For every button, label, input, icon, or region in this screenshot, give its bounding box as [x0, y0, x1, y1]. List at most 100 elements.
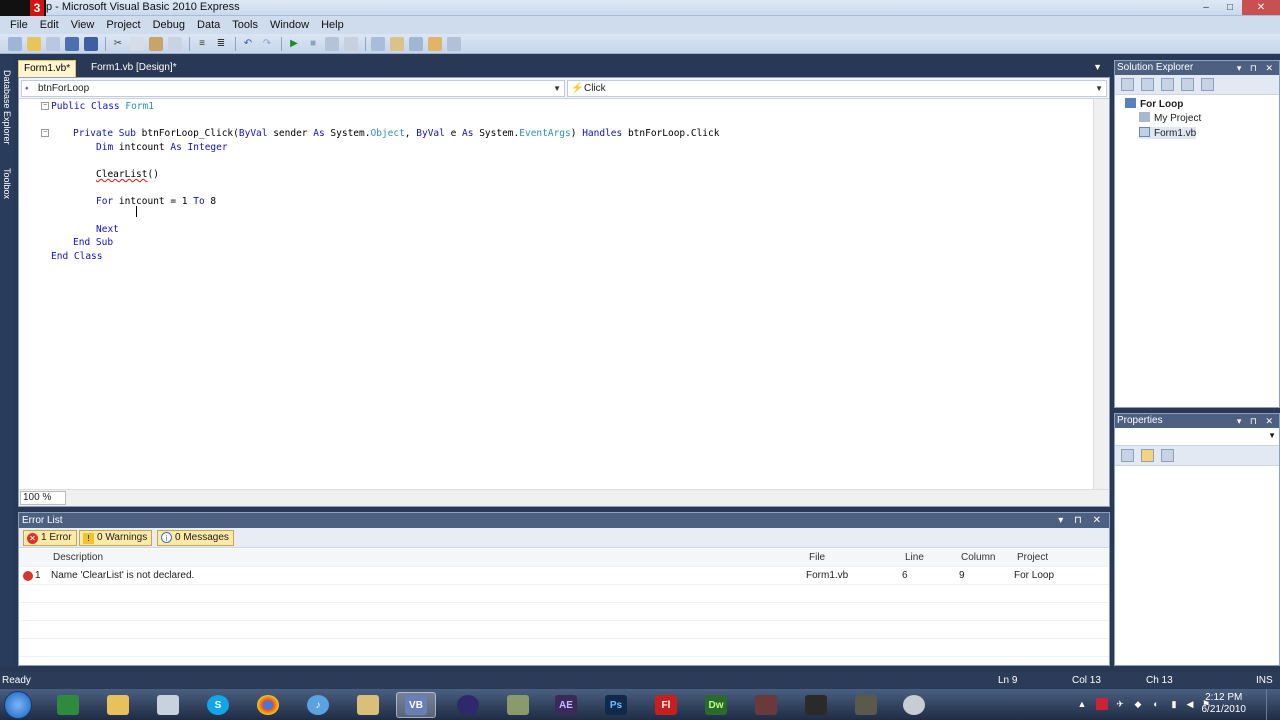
show-hidden-icons-icon[interactable]: ▲	[1076, 698, 1088, 710]
taskbar-clock[interactable]: 2:12 PM 6/21/2010	[1202, 692, 1247, 716]
collapse-sub-icon[interactable]: −	[41, 129, 49, 137]
taskbar-app-game[interactable]	[846, 692, 886, 718]
close-button[interactable]: ✕	[1242, 0, 1280, 15]
properties-object-combo[interactable]: ▼	[1115, 428, 1279, 446]
taskbar-app-dreamweaver[interactable]: Dw	[696, 692, 736, 718]
save-all-icon[interactable]	[84, 36, 98, 51]
tree-item-project[interactable]: For Loop	[1125, 98, 1183, 110]
tray-app-icon[interactable]	[1096, 698, 1108, 710]
menu-data[interactable]: Data	[191, 19, 226, 31]
tabs-dropdown-icon[interactable]: ▼	[1093, 62, 1102, 72]
tree-item-form1[interactable]: Form1.vb	[1139, 127, 1197, 139]
object-browser-icon[interactable]	[409, 36, 423, 51]
database-explorer-tab[interactable]: Database Explorer	[1, 70, 13, 145]
event-combo[interactable]: ⚡ Click ▼	[567, 80, 1107, 97]
object-combo[interactable]: ⬩ btnForLoop ▼	[21, 80, 565, 97]
tree-item-my-project[interactable]: My Project	[1139, 112, 1201, 124]
cut-icon[interactable]: ✂	[111, 37, 125, 51]
panel-controls[interactable]: ▾ ⊓ ✕	[1058, 513, 1105, 528]
menu-tools[interactable]: Tools	[226, 19, 264, 31]
taskbar-app-itunes[interactable]: ♪	[298, 692, 338, 718]
menu-help[interactable]: Help	[315, 19, 350, 31]
taskbar-app-chrome[interactable]	[248, 692, 288, 718]
collapse-class-icon[interactable]: −	[41, 102, 49, 110]
show-desktop-button[interactable]	[1266, 689, 1280, 720]
table-row[interactable]: 1 Name 'ClearList' is not declared. Form…	[19, 567, 1109, 585]
dropbox-icon[interactable]: ◆	[1132, 698, 1144, 710]
step-icon[interactable]	[325, 36, 339, 51]
taskbar-app-explorer[interactable]	[48, 692, 88, 718]
alphabetical-icon[interactable]	[1141, 449, 1154, 462]
column-description[interactable]: Description	[53, 549, 103, 567]
tab-form1-code[interactable]: Form1.vb*	[18, 60, 77, 77]
tray-app-icon[interactable]: ✈	[1114, 698, 1126, 710]
properties-icon[interactable]	[390, 36, 404, 51]
panel-controls[interactable]: ▾ ⊓ ✕	[1237, 414, 1276, 428]
taskbar-app-visio[interactable]	[348, 692, 388, 718]
error-identifier[interactable]: ClearList	[96, 169, 147, 180]
column-file[interactable]: File	[809, 549, 825, 567]
taskbar-app-gimp[interactable]	[796, 692, 836, 718]
vertical-scrollbar[interactable]	[1093, 99, 1109, 491]
undo-icon[interactable]: ↶	[241, 37, 255, 51]
taskbar-app-folder[interactable]	[98, 692, 138, 718]
warnings-filter-button[interactable]: ! 0 Warnings	[79, 530, 153, 546]
start-debugging-icon[interactable]: ▶	[287, 37, 301, 51]
zoom-combo[interactable]: 100 %	[20, 491, 66, 505]
menu-view[interactable]: View	[65, 19, 101, 31]
uncomment-icon[interactable]: ≣	[214, 37, 228, 51]
start-button[interactable]	[4, 691, 32, 719]
code-text-area[interactable]: − − Public Class Form1 Private Sub btnFo…	[19, 99, 1095, 491]
toolbox-tab[interactable]: Toolbox	[1, 168, 13, 199]
new-project-icon[interactable]	[8, 36, 22, 51]
refresh-icon[interactable]	[1161, 78, 1174, 91]
copy-icon[interactable]	[130, 36, 144, 51]
column-column[interactable]: Column	[961, 549, 995, 567]
add-item-icon[interactable]	[46, 36, 60, 51]
maximize-button[interactable]: □	[1218, 0, 1242, 15]
menu-file[interactable]: File	[4, 19, 34, 31]
view-code-icon[interactable]	[1181, 78, 1194, 91]
tab-form1-design[interactable]: Form1.vb [Design]*	[86, 60, 182, 77]
taskbar-app-after-effects[interactable]: AE	[546, 692, 586, 718]
comment-icon[interactable]: ≡	[195, 37, 209, 51]
property-pages-icon[interactable]	[1161, 449, 1174, 462]
menu-edit[interactable]: Edit	[34, 19, 65, 31]
categorized-icon[interactable]	[1121, 449, 1134, 462]
paste-icon[interactable]	[149, 36, 163, 51]
column-line[interactable]: Line	[905, 549, 924, 567]
column-project[interactable]: Project	[1017, 549, 1048, 567]
tray-app-icon[interactable]: ◐	[1150, 698, 1162, 710]
menu-debug[interactable]: Debug	[147, 19, 191, 31]
taskbar-app-eclipse[interactable]	[448, 692, 488, 718]
find-icon[interactable]	[168, 36, 182, 51]
solution-explorer-icon[interactable]	[371, 36, 385, 51]
taskbar-app-drive[interactable]	[148, 692, 188, 718]
panel-controls[interactable]: ▾ ⊓ ✕	[1237, 61, 1276, 75]
taskbar-app-flash-builder[interactable]	[498, 692, 538, 718]
open-icon[interactable]	[27, 36, 41, 51]
taskbar-app-photoshop[interactable]: Ps	[596, 692, 636, 718]
taskbar-app-flash[interactable]: Fl	[646, 692, 686, 718]
volume-icon[interactable]: ◀	[1184, 698, 1196, 710]
view-designer-icon[interactable]	[1201, 78, 1214, 91]
redo-icon[interactable]: ↷	[260, 37, 274, 51]
taskbar-app-archive[interactable]	[746, 692, 786, 718]
errors-filter-button[interactable]: ✕ 1 Error	[23, 530, 77, 546]
taskbar-app-skype[interactable]: S	[198, 692, 238, 718]
network-icon[interactable]: ▮	[1168, 698, 1180, 710]
messages-filter-button[interactable]: i0 Messages	[157, 530, 234, 546]
menu-project[interactable]: Project	[100, 19, 146, 31]
save-icon[interactable]	[65, 36, 79, 51]
toolbox-icon[interactable]	[428, 36, 442, 51]
minimize-button[interactable]: –	[1194, 0, 1218, 15]
taskbar-app-disc[interactable]	[894, 692, 934, 718]
menu-window[interactable]: Window	[264, 19, 315, 31]
stop-icon[interactable]: ■	[306, 37, 320, 51]
horizontal-scrollbar[interactable]: 100 %	[19, 489, 1109, 506]
breakpoint-icon[interactable]	[344, 36, 358, 51]
extensions-icon[interactable]	[447, 36, 461, 51]
show-all-files-icon[interactable]	[1141, 78, 1154, 91]
properties-icon[interactable]	[1121, 78, 1134, 91]
taskbar-app-vb[interactable]: VB	[396, 692, 436, 718]
